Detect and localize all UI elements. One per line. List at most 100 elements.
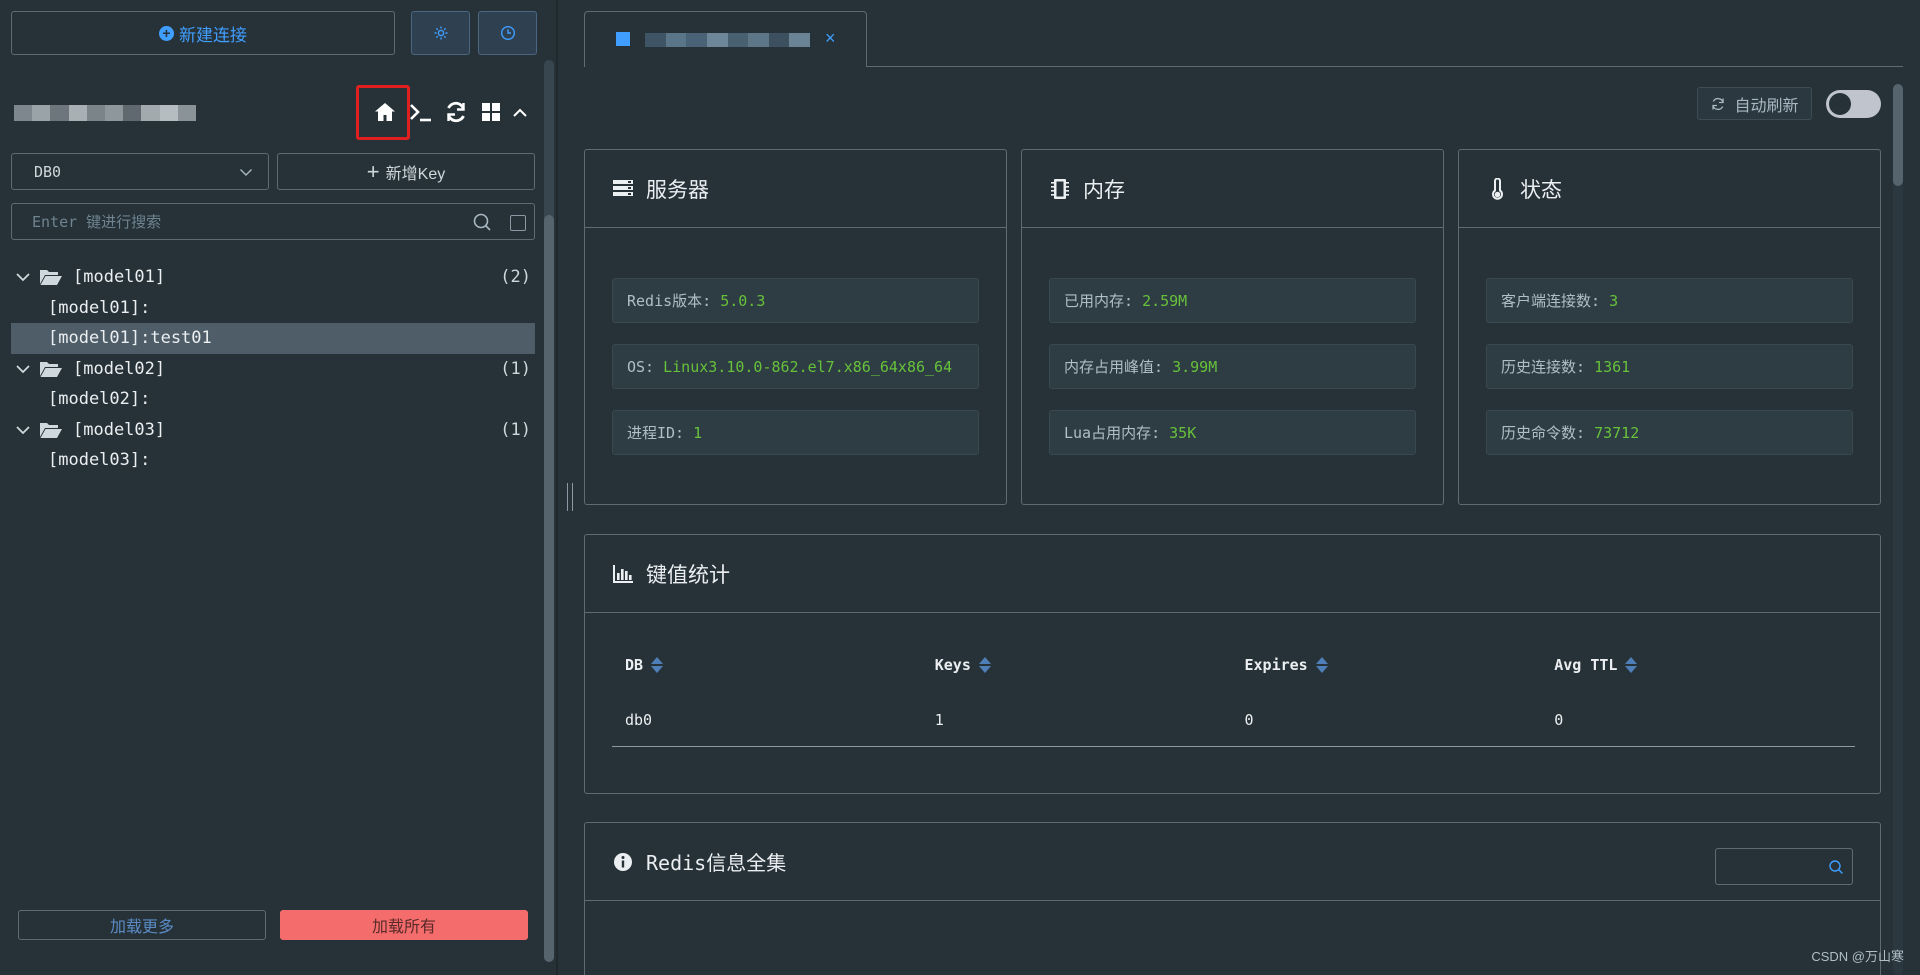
tab-close-icon[interactable]: × — [825, 28, 836, 49]
folder-open-icon — [40, 422, 62, 438]
table-cell: 1 — [934, 710, 944, 729]
table-cell: db0 — [625, 710, 653, 729]
sidebar-scrollbar[interactable] — [544, 60, 554, 962]
new-connection-button[interactable]: + 新建连接 — [11, 11, 395, 55]
terminal-icon[interactable] — [408, 99, 434, 125]
sort-icon[interactable] — [1625, 657, 1638, 673]
settings-button[interactable] — [411, 11, 470, 55]
chevron-down-icon[interactable] — [13, 359, 33, 379]
tab-status-icon — [616, 32, 630, 46]
info-row: 历史命令数: 73712 — [1486, 410, 1853, 455]
column-header-db[interactable]: DB — [612, 656, 922, 674]
resize-handle[interactable] — [567, 483, 573, 511]
column-header-avg-ttl[interactable]: Avg TTL — [1541, 656, 1851, 674]
add-key-button[interactable]: + 新增Key — [277, 153, 535, 190]
key-search-input[interactable] — [32, 204, 462, 239]
info-label: 内存占用峰值: — [1064, 358, 1164, 376]
info-row: 进程ID: 1 — [612, 410, 979, 455]
column-header-label: DB — [625, 656, 644, 674]
info-label: 历史连接数: — [1501, 358, 1586, 376]
tree-folder[interactable]: [model01] (2) — [11, 262, 535, 293]
watermark: CSDN @万山寒 — [1811, 949, 1904, 964]
load-all-label: 加载所有 — [371, 919, 436, 936]
chevron-down-icon[interactable] — [13, 420, 33, 440]
tree-key-item-selected[interactable]: [model01]:test01 — [11, 323, 535, 354]
main-scrollbar-thumb[interactable] — [1893, 84, 1903, 186]
info-value: Linux3.10.0-862.el7.x86_64x86_64 — [663, 357, 953, 376]
tree-key-label: [model02]: — [48, 389, 151, 410]
tree-key-label: [model01]: — [48, 297, 151, 318]
auto-refresh-label: 自动刷新 — [1734, 97, 1799, 115]
key-tree: [model01] (2) [model01]: [model01]:test0… — [11, 262, 535, 476]
thermometer-icon — [1492, 177, 1503, 200]
search-icon[interactable] — [1828, 859, 1844, 875]
info-label: OS: — [627, 357, 655, 376]
tree-folder-count: (1) — [500, 358, 531, 379]
table-cell: 0 — [1244, 710, 1254, 729]
info-row: Lua占用内存: 35K — [1049, 410, 1416, 455]
refresh-icon — [1712, 97, 1725, 110]
column-header-expires[interactable]: Expires — [1232, 656, 1542, 674]
table-cell: 0 — [1554, 710, 1564, 729]
sidebar: + 新建连接 DB0 + 新增Key [model01] (2) [mod — [0, 0, 554, 975]
info-value: 1 — [693, 423, 703, 442]
tree-key-item[interactable]: [model01]: — [11, 293, 535, 324]
sort-icon[interactable] — [978, 657, 991, 673]
tree-folder-label: [model01] — [73, 267, 166, 288]
memory-chip-icon — [1051, 178, 1069, 199]
auto-refresh-toggle[interactable] — [1826, 90, 1881, 118]
tree-key-item[interactable]: [model02]: — [11, 384, 535, 415]
info-value: 73712 — [1594, 423, 1640, 442]
status-card: 状态 客户端连接数: 3 历史连接数: 1361 历史命令数: 73712 — [1458, 149, 1881, 505]
chevron-down-icon — [240, 168, 252, 176]
sort-icon[interactable] — [651, 657, 664, 673]
memory-card: 内存 已用内存: 2.59M 内存占用峰值: 3.99M Lua占用内存: 35… — [1021, 149, 1444, 505]
info-row: OS: Linux3.10.0-862.el7.x86_64x86_64 — [612, 344, 979, 389]
column-header-keys[interactable]: Keys — [922, 656, 1232, 674]
db-select[interactable]: DB0 — [11, 153, 269, 190]
server-card-header: 服务器 — [585, 150, 1006, 228]
plus-icon: + — [366, 158, 380, 184]
info-value: 2.59M — [1142, 291, 1188, 310]
sort-icon[interactable] — [1315, 657, 1328, 673]
exact-search-checkbox[interactable] — [510, 215, 526, 231]
main-scrollbar[interactable] — [1893, 84, 1903, 975]
column-header-label: Expires — [1244, 656, 1308, 674]
settings-icon — [434, 26, 447, 40]
load-all-button[interactable]: 加载所有 — [280, 910, 528, 940]
server-card: 服务器 Redis版本: 5.0.3 OS: Linux3.10.0-862.e… — [584, 149, 1007, 505]
tab-connection-status[interactable]: × — [584, 11, 867, 67]
info-label: 已用内存: — [1064, 292, 1134, 310]
info-row: 客户端连接数: 3 — [1486, 278, 1853, 323]
new-connection-label: 新建连接 — [179, 25, 247, 45]
tree-key-item[interactable]: [model03]: — [11, 445, 535, 476]
connection-name-redacted[interactable] — [14, 105, 197, 121]
tree-key-label: [model03]: — [48, 450, 151, 471]
table-header-row: DB Keys Expires Avg TTL — [612, 645, 1855, 685]
redis-info-card-header: Redis信息全集 — [585, 823, 1880, 901]
tree-folder[interactable]: [model02] (1) — [11, 354, 535, 385]
grid-icon[interactable] — [478, 99, 504, 125]
folder-open-icon — [40, 361, 62, 377]
chevron-down-icon[interactable] — [13, 267, 33, 287]
search-icon[interactable] — [472, 212, 492, 232]
panel-divider — [556, 0, 558, 975]
home-icon[interactable] — [372, 99, 398, 125]
bar-chart-icon — [613, 564, 633, 583]
info-search-input[interactable] — [1715, 848, 1853, 885]
info-row: 历史连接数: 1361 — [1486, 344, 1853, 389]
tree-folder[interactable]: [model03] (1) — [11, 415, 535, 446]
refresh-icon[interactable] — [443, 99, 469, 125]
load-more-button[interactable]: 加载更多 — [18, 910, 266, 940]
auto-refresh-button[interactable]: 自动刷新 — [1697, 87, 1812, 120]
folder-open-icon — [40, 270, 62, 286]
chevron-up-icon[interactable] — [507, 99, 533, 125]
history-button[interactable] — [478, 11, 537, 55]
info-row: 内存占用峰值: 3.99M — [1049, 344, 1416, 389]
sidebar-scrollbar-thumb[interactable] — [544, 215, 554, 962]
info-value: 3.99M — [1172, 357, 1218, 376]
memory-card-header: 内存 — [1022, 150, 1443, 228]
tree-folder-label: [model03] — [73, 419, 166, 440]
info-value: 35K — [1169, 423, 1197, 442]
plus-circle-icon: + — [159, 25, 174, 41]
